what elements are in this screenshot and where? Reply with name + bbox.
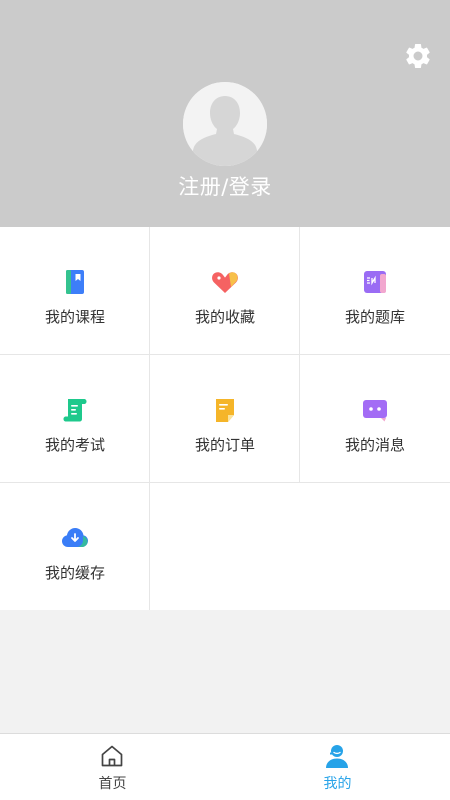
menu-item-label: 我的订单 <box>194 436 255 454</box>
tab-home-label: 首页 <box>98 776 127 792</box>
menu-item-label: 我的收藏 <box>194 308 255 326</box>
menu-item-my-orders[interactable]: 我的订单 <box>150 355 300 482</box>
login-register-link[interactable]: 注册/登录 <box>0 171 450 201</box>
menu-empty-cell <box>150 483 450 610</box>
question-bank-icon <box>364 271 386 293</box>
settings-button[interactable] <box>403 41 433 71</box>
menu-item-my-messages[interactable]: 我的消息 <box>300 355 450 482</box>
home-icon <box>101 745 123 767</box>
grid-divider <box>0 482 450 483</box>
menu-item-my-exams[interactable]: 我的考试 <box>0 355 150 482</box>
avatar[interactable] <box>183 82 267 166</box>
menu-item-label: 我的缓存 <box>44 564 105 582</box>
user-profile-icon <box>326 745 348 768</box>
cloud-download-icon <box>62 528 88 547</box>
tab-mine-label: 我的 <box>323 776 352 792</box>
message-bubble-icon <box>363 400 387 422</box>
menu-item-my-downloads[interactable]: 我的缓存 <box>0 483 150 610</box>
gear-icon <box>406 43 430 68</box>
menu-item-my-question-bank[interactable]: 我的题库 <box>300 227 450 354</box>
bottom-tab-bar: 首页 我的 <box>0 733 450 800</box>
menu-item-label: 我的课程 <box>44 308 105 326</box>
tab-home[interactable]: 首页 <box>0 734 225 800</box>
grid-divider <box>0 354 450 355</box>
grid-divider <box>149 227 150 610</box>
course-book-icon <box>66 270 84 294</box>
heart-tag-icon <box>212 272 238 293</box>
menu-item-label: 我的题库 <box>344 308 405 326</box>
profile-header: 注册/登录 <box>0 0 450 227</box>
menu-grid: 我的课程 我的收藏 我的题库 我的考试 我的订单 我的消息 我的缓存 <box>0 227 450 610</box>
menu-item-label: 我的消息 <box>344 436 405 454</box>
menu-item-my-favorites[interactable]: 我的收藏 <box>150 227 300 354</box>
order-note-icon <box>216 399 234 422</box>
menu-item-label: 我的考试 <box>44 436 105 454</box>
tab-mine[interactable]: 我的 <box>225 734 450 800</box>
default-avatar-icon <box>183 82 267 166</box>
menu-item-my-courses[interactable]: 我的课程 <box>0 227 150 354</box>
exam-scroll-icon <box>63 399 87 422</box>
